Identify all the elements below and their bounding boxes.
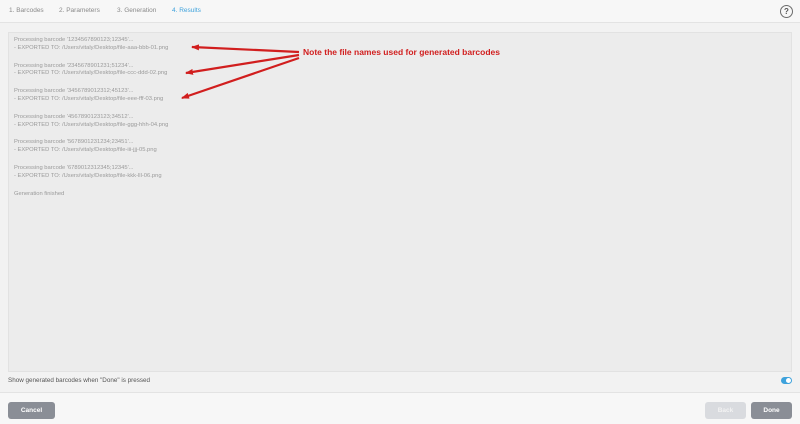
log-processing-line: Processing barcode '5678901231234;23451'… (14, 139, 134, 146)
log-finished-line: Generation finished (14, 190, 65, 197)
done-button[interactable]: Done (751, 402, 792, 419)
log-export-line: - EXPORTED TO: /Users/vitaly/Desktop/fil… (14, 95, 164, 102)
log-processing-line: Processing barcode '3456789012312;45123'… (14, 88, 134, 95)
tab-generation[interactable]: 3. Generation (117, 7, 156, 15)
log-processing-line: Processing barcode '2345678901231;51234'… (14, 62, 134, 69)
log-export-line: - EXPORTED TO: /Users/vitaly/Desktop/fil… (14, 147, 157, 154)
log-export-line: - EXPORTED TO: /Users/vitaly/Desktop/fil… (14, 70, 168, 77)
tab-results[interactable]: 4. Results (172, 7, 201, 15)
toggle-knob (786, 378, 791, 383)
bottom-action-bar: Cancel Back Done (0, 392, 800, 424)
log-entry: Processing barcode '5678901231234;23451'… (14, 139, 786, 155)
back-button[interactable]: Back (705, 402, 746, 419)
log-processing-line: Processing barcode '1234567890123;12345'… (14, 37, 134, 43)
wizard-steps-bar: 1. Barcodes 2. Parameters 3. Generation … (0, 0, 800, 23)
tab-parameters[interactable]: 2. Parameters (59, 7, 100, 15)
log-processing-line: Processing barcode '6789012312345;12345'… (14, 164, 134, 171)
log-entry: Processing barcode '2345678901231;51234'… (14, 63, 786, 79)
log-export-line: - EXPORTED TO: /Users/vitaly/Desktop/fil… (14, 121, 169, 128)
show-barcodes-label: Show generated barcodes when "Done" is p… (8, 377, 151, 384)
cancel-button[interactable]: Cancel (8, 402, 55, 419)
help-icon[interactable]: ? (780, 5, 793, 18)
log-entry: Processing barcode '3456789012312;45123'… (14, 88, 786, 104)
show-barcodes-option: Show generated barcodes when "Done" is p… (8, 376, 792, 386)
log-processing-line: Processing barcode '4567890123123;34512'… (14, 113, 134, 120)
log-entry: Processing barcode '4567890123123;34512'… (14, 114, 786, 130)
log-export-line: - EXPORTED TO: /Users/vitaly/Desktop/fil… (14, 172, 162, 179)
log-entry: Processing barcode '6789012312345;12345'… (14, 165, 786, 181)
tab-barcodes[interactable]: 1. Barcodes (9, 7, 44, 15)
annotation-note: Note the file names used for generated b… (303, 47, 500, 57)
results-log: Processing barcode '1234567890123;12345'… (8, 32, 792, 372)
show-barcodes-toggle[interactable] (781, 377, 792, 384)
